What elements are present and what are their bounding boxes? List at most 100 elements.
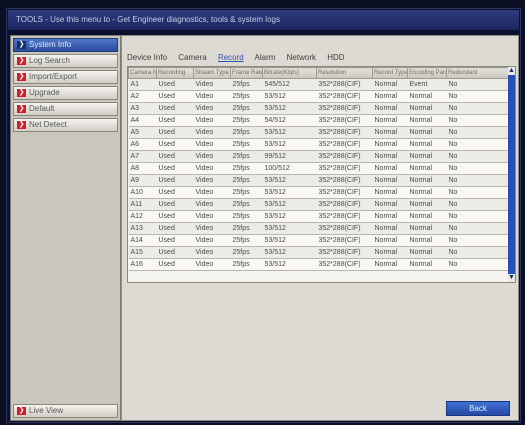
table-cell: Video bbox=[193, 78, 231, 91]
table-row[interactable]: A7 Used Video 25fps 99/512 352*288(CIF) Normal… bbox=[128, 150, 509, 163]
table-cell: 25fps bbox=[230, 102, 263, 115]
table-cell: Normal bbox=[372, 138, 408, 151]
table-row[interactable]: A10 Used Video 25fps 53/512 352*288(CIF) Norma… bbox=[128, 186, 509, 199]
table-cell: Normal bbox=[407, 102, 447, 115]
table-cell: Used bbox=[156, 222, 194, 235]
table-cell: 352*288(CIF) bbox=[316, 234, 373, 247]
table-cell: Used bbox=[156, 174, 194, 187]
table-cell: 53/512 bbox=[262, 102, 317, 115]
sidebar-item-net-detect[interactable]: ❯ Net Detect bbox=[13, 118, 118, 132]
table-cell: 25fps bbox=[230, 186, 263, 199]
column-header[interactable]: Recording bbox=[156, 67, 194, 79]
table-cell: Normal bbox=[372, 246, 408, 259]
table-row[interactable]: A13 Used Video 25fps 53/512 352*288(CIF) Norma… bbox=[128, 222, 509, 235]
table-row[interactable]: A2 Used Video 25fps 53/512 352*288(CIF) Normal… bbox=[128, 90, 509, 103]
table-cell: 53/512 bbox=[262, 126, 317, 139]
chevron-up-icon[interactable]: ▲ bbox=[508, 67, 515, 75]
table-cell: Normal bbox=[407, 186, 447, 199]
tab-camera[interactable]: Camera bbox=[178, 53, 206, 62]
table-row[interactable]: A14 Used Video 25fps 53/512 352*288(CIF) Norma… bbox=[128, 234, 509, 247]
table-cell: Normal bbox=[407, 198, 447, 211]
table-cell: Used bbox=[156, 234, 194, 247]
table-row[interactable]: A8 Used Video 25fps 100/512 352*288(CIF) Norma… bbox=[128, 162, 509, 175]
table-header-row: Camera No. Recording Stream Type Frame R… bbox=[128, 67, 509, 79]
table-cell: Normal bbox=[372, 174, 408, 187]
table-cell: 352*288(CIF) bbox=[316, 138, 373, 151]
table-row[interactable]: A1 Used Video 25fps 545/512 352*288(CIF) Norma… bbox=[128, 78, 509, 91]
column-header[interactable]: Encoding Parameters bbox=[407, 67, 447, 79]
table-cell: A5 bbox=[128, 126, 157, 139]
table-cell: 545/512 bbox=[262, 78, 317, 91]
table-cell: No bbox=[446, 138, 509, 151]
table-cell: No bbox=[446, 114, 509, 127]
live-view-button[interactable]: ❯ Live View bbox=[13, 404, 118, 418]
table-cell: 53/512 bbox=[262, 246, 317, 259]
table-cell: 53/512 bbox=[262, 90, 317, 103]
table-row[interactable]: A9 Used Video 25fps 53/512 352*288(CIF) Normal… bbox=[128, 174, 509, 187]
column-header[interactable]: Bitrate(Kbps) bbox=[262, 67, 317, 79]
table-cell: Video bbox=[193, 138, 231, 151]
table-row[interactable]: A5 Used Video 25fps 53/512 352*288(CIF) Normal… bbox=[128, 126, 509, 139]
table-cell: A6 bbox=[128, 138, 157, 151]
sidebar-item-default[interactable]: ❯ Default bbox=[13, 102, 118, 116]
sidebar-item-log-search[interactable]: ❯ Log Search bbox=[13, 54, 118, 68]
table-cell: Normal bbox=[372, 126, 408, 139]
table-cell: 25fps bbox=[230, 90, 263, 103]
window-title: TOOLS - Use this menu to - Get Engineer … bbox=[8, 10, 519, 30]
table-cell: Normal bbox=[372, 150, 408, 163]
table-cell: 352*288(CIF) bbox=[316, 258, 373, 271]
tab-alarm[interactable]: Alarm bbox=[255, 53, 276, 62]
sidebar-item-import-export[interactable]: ❯ Import/Export bbox=[13, 70, 118, 84]
table-cell: 25fps bbox=[230, 174, 263, 187]
table-cell: A10 bbox=[128, 186, 157, 199]
table-cell: No bbox=[446, 102, 509, 115]
table-cell: Used bbox=[156, 126, 194, 139]
table-cell: Normal bbox=[407, 246, 447, 259]
vertical-scrollbar[interactable]: ▲ ▼ bbox=[508, 67, 515, 282]
column-header[interactable]: Camera No. bbox=[128, 67, 157, 79]
chevron-down-icon[interactable]: ▼ bbox=[508, 274, 515, 282]
table-cell: 53/512 bbox=[262, 234, 317, 247]
chevron-right-icon: ❯ bbox=[17, 407, 26, 415]
table-row[interactable]: A6 Used Video 25fps 53/512 352*288(CIF) Normal… bbox=[128, 138, 509, 151]
column-header[interactable]: Record Type bbox=[372, 67, 408, 79]
column-header[interactable]: Stream Type bbox=[193, 67, 231, 79]
sidebar-item-upgrade[interactable]: ❯ Upgrade bbox=[13, 86, 118, 100]
tab-record[interactable]: Record bbox=[218, 53, 244, 62]
table-cell: A4 bbox=[128, 114, 157, 127]
sidebar-item-system-info[interactable]: ❯ System Info bbox=[13, 38, 118, 52]
table-cell: Normal bbox=[407, 114, 447, 127]
tab-network[interactable]: Network bbox=[287, 53, 316, 62]
table-cell: Normal bbox=[407, 258, 447, 271]
table-row[interactable]: A12 Used Video 25fps 53/512 352*288(CIF) Norma… bbox=[128, 210, 509, 223]
table-cell: 352*288(CIF) bbox=[316, 78, 373, 91]
table-cell: 53/512 bbox=[262, 186, 317, 199]
table-cell: Used bbox=[156, 198, 194, 211]
table-cell: 352*288(CIF) bbox=[316, 210, 373, 223]
table-cell: 352*288(CIF) bbox=[316, 246, 373, 259]
table-row[interactable]: A16 Used Video 25fps 53/512 352*288(CIF) Norma… bbox=[128, 258, 509, 271]
table-cell: A1 bbox=[128, 78, 157, 91]
column-header[interactable]: Redundant bbox=[446, 67, 509, 79]
tab-device-info[interactable]: Device Info bbox=[127, 53, 167, 62]
sidebar-item-label: Net Detect bbox=[29, 120, 67, 129]
column-header[interactable]: Frame Rate bbox=[230, 67, 263, 79]
back-button[interactable]: Back bbox=[446, 401, 510, 416]
table-body: A1 Used Video 25fps 545/512 352*288(CIF) Norma… bbox=[128, 78, 509, 271]
table-row[interactable]: A11 Used Video 25fps 53/512 352*288(CIF) Norma… bbox=[128, 198, 509, 211]
table-cell: No bbox=[446, 222, 509, 235]
column-header[interactable]: Resolution bbox=[316, 67, 373, 79]
table-row[interactable]: A15 Used Video 25fps 53/512 352*288(CIF) Norma… bbox=[128, 246, 509, 259]
table-cell: Used bbox=[156, 186, 194, 199]
table-cell: No bbox=[446, 90, 509, 103]
table-cell: No bbox=[446, 258, 509, 271]
table-cell: Normal bbox=[407, 162, 447, 175]
table-cell: Used bbox=[156, 90, 194, 103]
table-cell: Video bbox=[193, 186, 231, 199]
table-cell: 352*288(CIF) bbox=[316, 114, 373, 127]
table-cell: Normal bbox=[372, 90, 408, 103]
tab-hdd[interactable]: HDD bbox=[327, 53, 344, 62]
table-row[interactable]: A3 Used Video 25fps 53/512 352*288(CIF) Normal… bbox=[128, 102, 509, 115]
table-cell: Normal bbox=[372, 210, 408, 223]
table-row[interactable]: A4 Used Video 25fps 54/512 352*288(CIF) Normal… bbox=[128, 114, 509, 127]
